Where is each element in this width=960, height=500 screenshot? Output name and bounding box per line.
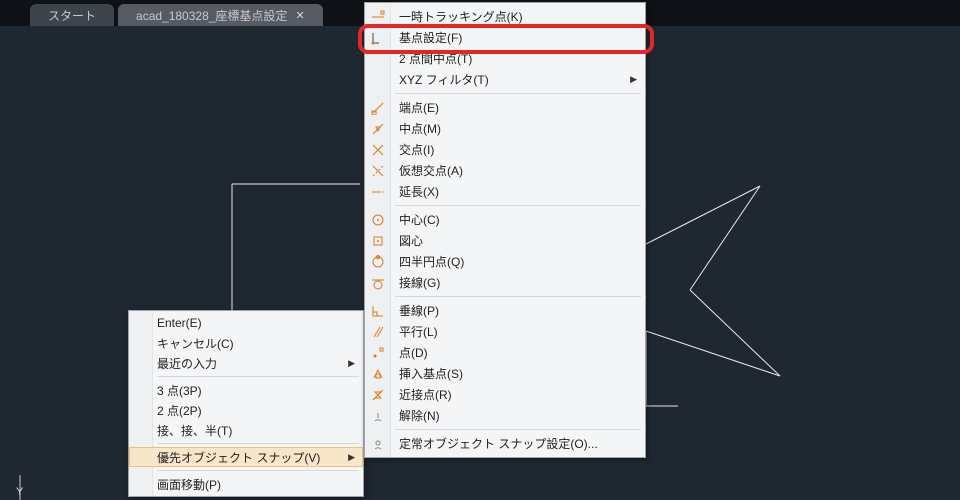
menu-item-recent[interactable]: 最近の入力▶ bbox=[129, 353, 363, 373]
snap-midpoint[interactable]: 中点(M) bbox=[365, 118, 645, 139]
parallel-icon bbox=[370, 324, 386, 340]
snap-insert[interactable]: 挿入基点(S) bbox=[365, 363, 645, 384]
tab-label: スタート bbox=[48, 7, 96, 24]
snap-center[interactable]: 中心(C) bbox=[365, 209, 645, 230]
menu-item-cancel[interactable]: キャンセル(C) bbox=[129, 333, 363, 353]
menu-item-ttr[interactable]: 接、接、半(T) bbox=[129, 420, 363, 440]
snap-geocenter[interactable]: 図心 bbox=[365, 230, 645, 251]
context-menu: Enter(E) キャンセル(C) 最近の入力▶ 3 点(3P) 2 点(2P)… bbox=[128, 310, 364, 497]
menu-item-3p[interactable]: 3 点(3P) bbox=[129, 380, 363, 400]
tangent-icon bbox=[370, 275, 386, 291]
snap-intersection[interactable]: 交点(I) bbox=[365, 139, 645, 160]
insert-icon bbox=[370, 366, 386, 382]
quadrant-icon bbox=[370, 254, 386, 270]
snap-extension[interactable]: 延長(X) bbox=[365, 181, 645, 202]
tab-start[interactable]: スタート bbox=[30, 4, 114, 26]
temp-track-icon bbox=[370, 9, 386, 25]
extension-icon bbox=[370, 184, 386, 200]
menu-item-enter[interactable]: Enter(E) bbox=[129, 313, 363, 333]
perpendicular-icon bbox=[370, 303, 386, 319]
snap-apparent[interactable]: 仮想交点(A) bbox=[365, 160, 645, 181]
chevron-right-icon: ▶ bbox=[348, 358, 355, 369]
menu-separator bbox=[395, 429, 641, 430]
geocenter-icon bbox=[370, 233, 386, 249]
snap-settings[interactable]: 定常オブジェクト スナップ設定(O)... bbox=[365, 433, 645, 454]
menu-separator bbox=[395, 296, 641, 297]
menu-separator bbox=[395, 205, 641, 206]
tab-label: acad_180328_座標基点設定 bbox=[136, 7, 287, 24]
node-icon bbox=[370, 345, 386, 361]
none-icon bbox=[370, 408, 386, 424]
snap-tangent[interactable]: 接線(G) bbox=[365, 272, 645, 293]
chevron-right-icon: ▶ bbox=[630, 74, 637, 85]
nearest-icon bbox=[370, 387, 386, 403]
snap-from[interactable]: 基点設定(F) bbox=[365, 27, 645, 48]
menu-item-pan[interactable]: 画面移動(P) bbox=[129, 474, 363, 494]
snap-temp-track[interactable]: 一時トラッキング点(K) bbox=[365, 6, 645, 27]
endpoint-icon bbox=[370, 100, 386, 116]
close-icon[interactable]: ✕ bbox=[295, 9, 304, 22]
apparent-icon bbox=[370, 163, 386, 179]
snap-perpendicular[interactable]: 垂線(P) bbox=[365, 300, 645, 321]
menu-item-2p[interactable]: 2 点(2P) bbox=[129, 400, 363, 420]
midpoint-icon bbox=[370, 121, 386, 137]
snap-none[interactable]: 解除(N) bbox=[365, 405, 645, 426]
menu-separator bbox=[157, 470, 359, 471]
snap-parallel[interactable]: 平行(L) bbox=[365, 321, 645, 342]
snap-node[interactable]: 点(D) bbox=[365, 342, 645, 363]
from-icon bbox=[370, 30, 386, 46]
menu-separator bbox=[157, 443, 359, 444]
snap-xyz-filter[interactable]: XYZ フィルタ(T)▶ bbox=[365, 69, 645, 90]
osnap-submenu: 一時トラッキング点(K) 基点設定(F) 2 点間中点(T) XYZ フィルタ(… bbox=[364, 2, 646, 458]
settings-icon bbox=[370, 436, 386, 452]
snap-endpoint[interactable]: 端点(E) bbox=[365, 97, 645, 118]
tab-document[interactable]: acad_180328_座標基点設定 ✕ bbox=[118, 4, 323, 26]
center-icon bbox=[370, 212, 386, 228]
menu-separator bbox=[395, 93, 641, 94]
menu-separator bbox=[157, 376, 359, 377]
chevron-right-icon: ▶ bbox=[348, 452, 355, 463]
snap-mid-2pts[interactable]: 2 点間中点(T) bbox=[365, 48, 645, 69]
snap-quadrant[interactable]: 四半円点(Q) bbox=[365, 251, 645, 272]
menu-item-osnap-override[interactable]: 優先オブジェクト スナップ(V)▶ bbox=[129, 447, 363, 467]
intersection-icon bbox=[370, 142, 386, 158]
snap-nearest[interactable]: 近接点(R) bbox=[365, 384, 645, 405]
